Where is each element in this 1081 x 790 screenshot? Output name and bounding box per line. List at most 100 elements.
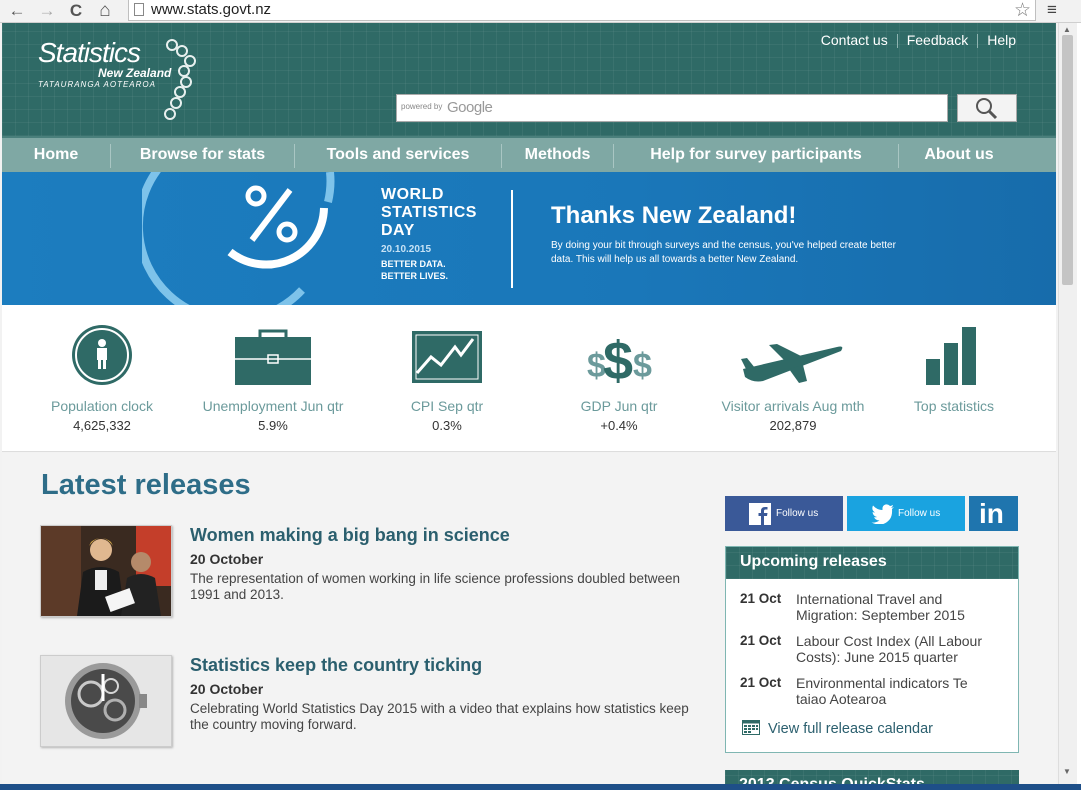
release-date: 20 October [190, 681, 264, 697]
stat-value: 202,879 [769, 418, 817, 433]
line-chart-icon [412, 331, 482, 383]
logo-subtitle: New Zealand [98, 66, 172, 80]
url-text[interactable]: www.stats.govt.nz [151, 1, 271, 18]
scrollbar-thumb[interactable] [1062, 35, 1073, 285]
banner-title: Thanks New Zealand! [551, 202, 797, 229]
main-content: Latest releases Women making a big bang … [2, 453, 1056, 785]
upcoming-releases-heading: Upcoming releases [726, 547, 1018, 579]
census-quickstats-heading[interactable]: 2013 Census QuickStats [725, 770, 1019, 785]
dollar-icon: $ $ $ [587, 331, 652, 389]
google-logo: Google [447, 99, 493, 116]
linkedin-button[interactable]: in [969, 496, 1018, 531]
search-icon [976, 98, 998, 120]
stat-value: 0.3% [432, 418, 462, 433]
search-input[interactable]: powered by Google [396, 94, 948, 122]
back-icon[interactable]: ← [5, 0, 29, 22]
svg-text:$: $ [603, 331, 633, 389]
banner-subtitle: By doing your bit through surveys and th… [551, 240, 896, 265]
hero-banner[interactable]: WORLD STATISTICS DAY 20.10.2015 BETTER D… [2, 172, 1056, 305]
wsd-date: 20.10.2015 [381, 244, 432, 255]
upcoming-releases-panel: Upcoming releases 21 Oct International T… [725, 546, 1019, 753]
page-scrollbar[interactable]: ▲ ▼ [1058, 23, 1077, 785]
site-header: Statistics New Zealand TATAURANGA AOTEAR… [2, 23, 1056, 136]
world-statistics-day-text: WORLD STATISTICS DAY 20.10.2015 BETTER D… [381, 186, 477, 282]
feedback-link[interactable]: Feedback [907, 32, 968, 48]
linkedin-icon: in [979, 498, 1004, 529]
browser-toolbar: ← → C ⌂ www.stats.govt.nz ☆ ≡ [0, 0, 1081, 23]
stat-label: Unemployment Jun qtr [202, 398, 344, 414]
release-summary: The representation of women working in l… [190, 571, 681, 602]
stat-value: 4,625,332 [73, 418, 131, 433]
nav-tools-and-services[interactable]: Tools and services [295, 138, 501, 172]
site-logo[interactable]: Statistics New Zealand TATAURANGA AOTEAR… [38, 39, 171, 91]
upcoming-title[interactable]: Environmental indicators Te taiao Aotear… [796, 675, 996, 707]
airplane-icon [741, 344, 843, 383]
upcoming-title[interactable]: Labour Cost Index (All Labour Costs): Ju… [796, 633, 996, 665]
scroll-down-arrow-icon[interactable]: ▼ [1063, 767, 1071, 776]
stat-label: CPI Sep qtr [410, 398, 484, 414]
census-quickstats-panel[interactable]: 2013 Census QuickStats [725, 770, 1019, 785]
calendar-icon [742, 720, 760, 735]
better-lives: BETTER LIVES. [381, 271, 449, 281]
upcoming-date: 21 Oct [740, 675, 782, 690]
nav-help-for-survey-participants[interactable]: Help for survey participants [614, 138, 898, 172]
release-thumbnail-women-science[interactable] [40, 525, 172, 617]
powered-by-label: powered by [401, 102, 443, 111]
stat-label: GDP Jun qtr [580, 398, 658, 414]
page-viewport: Statistics New Zealand TATAURANGA AOTEAR… [0, 23, 1060, 785]
release-title[interactable]: Women making a big bang in science [190, 525, 510, 546]
svg-text:$: $ [633, 347, 652, 385]
upcoming-title[interactable]: International Travel and Migration: Sept… [796, 591, 996, 623]
window-bottom-edge [0, 784, 1081, 790]
facebook-icon [749, 503, 771, 525]
nav-methods[interactable]: Methods [502, 138, 613, 172]
release-thumbnail-clock[interactable] [40, 655, 172, 747]
reload-icon[interactable]: C [64, 0, 88, 22]
nav-home[interactable]: Home [2, 138, 110, 172]
latest-releases-heading: Latest releases [41, 469, 251, 501]
nav-about-us[interactable]: About us [899, 138, 1019, 172]
wsd-line-2: STATISTICS [381, 204, 477, 221]
twitter-follow-label: Follow us [898, 508, 941, 519]
search-button[interactable] [957, 94, 1017, 122]
stat-label: Visitor arrivals Aug mth [721, 398, 865, 414]
stat-value: 5.9% [258, 418, 288, 433]
upcoming-date: 21 Oct [740, 633, 782, 648]
release-title[interactable]: Statistics keep the country ticking [190, 655, 482, 676]
stat-label: Population clock [51, 398, 153, 414]
stat-label: Top statistics [913, 398, 995, 414]
wsd-line-1: WORLD [381, 186, 444, 203]
release-calendar-label[interactable]: View full release calendar [768, 721, 933, 737]
facebook-follow-label: Follow us [776, 508, 819, 519]
nav-browse-for-stats[interactable]: Browse for stats [111, 138, 294, 172]
forward-icon[interactable]: → [35, 0, 59, 22]
main-navigation: Home Browse for stats Tools and services… [2, 136, 1056, 172]
twitter-follow-button[interactable]: Follow us [847, 496, 965, 531]
facebook-follow-button[interactable]: Follow us [725, 496, 843, 531]
stat-value: +0.4% [600, 418, 638, 433]
upcoming-date: 21 Oct [740, 591, 782, 606]
browser-menu-icon[interactable]: ≡ [1047, 0, 1057, 20]
bar-chart-icon [926, 327, 976, 385]
page-icon [134, 3, 144, 16]
release-calendar-link[interactable]: View full release calendar [742, 719, 933, 737]
key-statistics: Population clock 4,625,332 Unemployment … [2, 305, 1056, 452]
twitter-icon [871, 504, 894, 524]
release-summary: Celebrating World Statistics Day 2015 wi… [190, 701, 689, 732]
logo-title: Statistics [38, 37, 141, 68]
home-icon[interactable]: ⌂ [93, 0, 117, 22]
utility-links: Contact us Feedback Help [821, 32, 1016, 49]
release-date: 20 October [190, 551, 264, 567]
help-link[interactable]: Help [987, 32, 1016, 48]
bookmark-star-icon[interactable]: ☆ [1014, 0, 1031, 22]
address-bar[interactable]: www.stats.govt.nz ☆ [128, 0, 1036, 21]
percent-circle-graphic [142, 172, 335, 305]
scroll-up-arrow-icon[interactable]: ▲ [1063, 25, 1071, 34]
better-data: BETTER DATA. [381, 259, 446, 269]
briefcase-icon [235, 329, 311, 385]
wsd-line-3: DAY [381, 222, 415, 239]
logo-chain-icon [164, 39, 196, 120]
logo-maori: TATAURANGA AOTEAROA [38, 80, 156, 89]
clock-icon [72, 325, 132, 385]
contact-us-link[interactable]: Contact us [821, 32, 888, 48]
